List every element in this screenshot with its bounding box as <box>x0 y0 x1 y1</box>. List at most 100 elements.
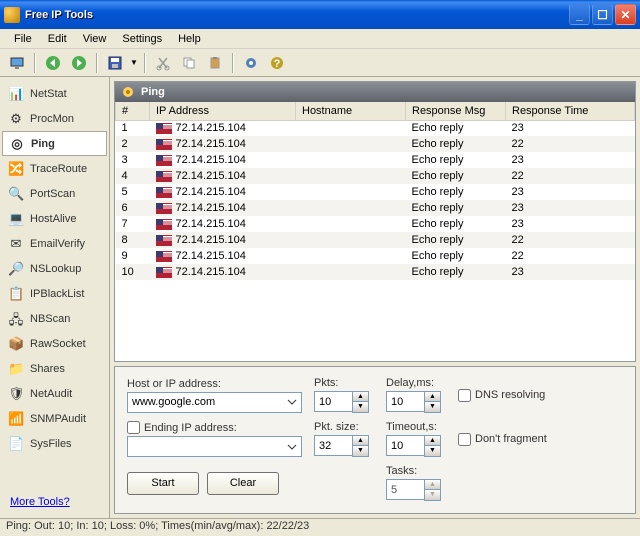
sidebar-label: Ping <box>31 138 55 150</box>
fragment-label: Don't fragment <box>475 433 547 445</box>
menu-settings[interactable]: Settings <box>114 31 170 47</box>
titlebar: Free IP Tools _ ☐ ✕ <box>0 0 640 29</box>
sidebar-item-netstat[interactable]: 📊NetStat <box>2 81 107 106</box>
table-row[interactable]: 372.14.215.104Echo reply23 <box>116 152 635 168</box>
sidebar-item-shares[interactable]: 📁Shares <box>2 356 107 381</box>
back-icon[interactable] <box>42 52 64 74</box>
flag-icon <box>156 267 172 278</box>
pkts-spinner[interactable]: ▲▼ <box>352 391 369 413</box>
delay-spinner[interactable]: ▲▼ <box>424 391 441 413</box>
forward-icon[interactable] <box>68 52 90 74</box>
pktsize-input[interactable] <box>314 435 352 456</box>
more-tools-link[interactable]: More Tools? <box>2 490 107 514</box>
table-row[interactable]: 272.14.215.104Echo reply22 <box>116 136 635 152</box>
sidebar-label: SNMPAudit <box>30 413 86 425</box>
flag-icon <box>156 171 172 182</box>
tool-icon: 🔀 <box>8 161 24 177</box>
col-host[interactable]: Hostname <box>296 102 406 120</box>
flag-icon <box>156 155 172 166</box>
flag-icon <box>156 187 172 198</box>
pktsize-label: Pkt. size: <box>314 421 374 433</box>
tool-icon: 💻 <box>8 211 24 227</box>
table-row[interactable]: 772.14.215.104Echo reply23 <box>116 216 635 232</box>
close-button[interactable]: ✕ <box>615 4 636 25</box>
fragment-checkbox[interactable] <box>458 433 471 446</box>
col-num[interactable]: # <box>116 102 150 120</box>
delay-input[interactable] <box>386 391 424 412</box>
sidebar-item-emailverify[interactable]: ✉EmailVerify <box>2 231 107 256</box>
dns-checkbox[interactable] <box>458 389 471 402</box>
maximize-button[interactable]: ☐ <box>592 4 613 25</box>
save-icon[interactable] <box>104 52 126 74</box>
tasks-spinner: ▲▼ <box>424 479 441 501</box>
table-row[interactable]: 572.14.215.104Echo reply23 <box>116 184 635 200</box>
sidebar-label: TraceRoute <box>30 163 87 175</box>
flag-icon <box>156 203 172 214</box>
ending-checkbox[interactable] <box>127 421 140 434</box>
sidebar-item-sysfiles[interactable]: 📄SysFiles <box>2 431 107 456</box>
table-row[interactable]: 972.14.215.104Echo reply22 <box>116 248 635 264</box>
table-row[interactable]: 872.14.215.104Echo reply22 <box>116 232 635 248</box>
app-icon <box>4 7 20 23</box>
col-msg[interactable]: Response Msg <box>406 102 506 120</box>
copy-icon[interactable] <box>178 52 200 74</box>
tool-icon: 🛡 <box>8 386 24 402</box>
sidebar-item-procmon[interactable]: ⚙ ProcMon <box>2 106 107 131</box>
table-row[interactable]: 472.14.215.104Echo reply22 <box>116 168 635 184</box>
tool-icon: 🖧 <box>8 311 24 327</box>
ending-label: Ending IP address: <box>144 422 237 434</box>
flag-icon <box>156 123 172 134</box>
tool-icon: ⚙ <box>8 111 24 127</box>
gear-icon[interactable] <box>240 52 262 74</box>
tool-icon: 🔍 <box>8 186 24 202</box>
start-button[interactable]: Start <box>127 472 199 495</box>
timeout-spinner[interactable]: ▲▼ <box>424 435 441 457</box>
pktsize-spinner[interactable]: ▲▼ <box>352 435 369 457</box>
clear-button[interactable]: Clear <box>207 472 279 495</box>
tool-icon: 📋 <box>8 286 24 302</box>
paste-icon[interactable] <box>204 52 226 74</box>
sidebar-item-ipblacklist[interactable]: 📋IPBlackList <box>2 281 107 306</box>
sidebar-item-netaudit[interactable]: 🛡 NetAudit <box>2 381 107 406</box>
sidebar-item-hostalive[interactable]: 💻HostAlive <box>2 206 107 231</box>
flag-icon <box>156 219 172 230</box>
sidebar-label: RawSocket <box>30 338 86 350</box>
menubar: File Edit View Settings Help <box>0 29 640 49</box>
timeout-input[interactable] <box>386 435 424 456</box>
pkts-input[interactable] <box>314 391 352 412</box>
help-icon[interactable]: ? <box>266 52 288 74</box>
sidebar-item-ping[interactable]: ◎Ping <box>2 131 107 156</box>
panel-header: Ping <box>115 82 635 102</box>
results-table: # IP Address Hostname Response Msg Respo… <box>115 102 635 280</box>
menu-file[interactable]: File <box>6 31 40 47</box>
cut-icon[interactable] <box>152 52 174 74</box>
ping-icon <box>121 85 135 99</box>
sidebar-item-portscan[interactable]: 🔍PortScan <box>2 181 107 206</box>
sidebar-label: ProcMon <box>30 113 74 125</box>
menu-help[interactable]: Help <box>170 31 209 47</box>
dropdown-arrow-icon[interactable]: ▼ <box>130 58 138 67</box>
sidebar-item-nbscan[interactable]: 🖧NBScan <box>2 306 107 331</box>
sidebar-label: NetAudit <box>30 388 72 400</box>
sidebar-item-nslookup[interactable]: 🔎NSLookup <box>2 256 107 281</box>
sidebar-item-rawsocket[interactable]: 📦 RawSocket <box>2 331 107 356</box>
col-ip[interactable]: IP Address <box>150 102 296 120</box>
minimize-button[interactable]: _ <box>569 4 590 25</box>
table-row[interactable]: 172.14.215.104Echo reply23 <box>116 120 635 136</box>
sidebar-item-snmpaudit[interactable]: 📶SNMPAudit <box>2 406 107 431</box>
sidebar: 📊NetStat ⚙ ProcMon ◎Ping 🔀 TraceRoute 🔍PortSca… <box>0 77 110 518</box>
panel-title: Ping <box>141 86 165 98</box>
host-input[interactable]: www.google.com <box>127 392 302 413</box>
menu-view[interactable]: View <box>75 31 115 47</box>
sidebar-label: NetStat <box>30 88 67 100</box>
table-row[interactable]: 1072.14.215.104Echo reply23 <box>116 264 635 280</box>
flag-icon <box>156 251 172 262</box>
table-row[interactable]: 672.14.215.104Echo reply23 <box>116 200 635 216</box>
sidebar-item-traceroute[interactable]: 🔀 TraceRoute <box>2 156 107 181</box>
ending-input[interactable] <box>127 436 302 457</box>
flag-icon <box>156 235 172 246</box>
monitor-icon[interactable] <box>6 52 28 74</box>
menu-edit[interactable]: Edit <box>40 31 75 47</box>
col-time[interactable]: Response Time <box>506 102 635 120</box>
tool-icon: 📦 <box>8 336 24 352</box>
